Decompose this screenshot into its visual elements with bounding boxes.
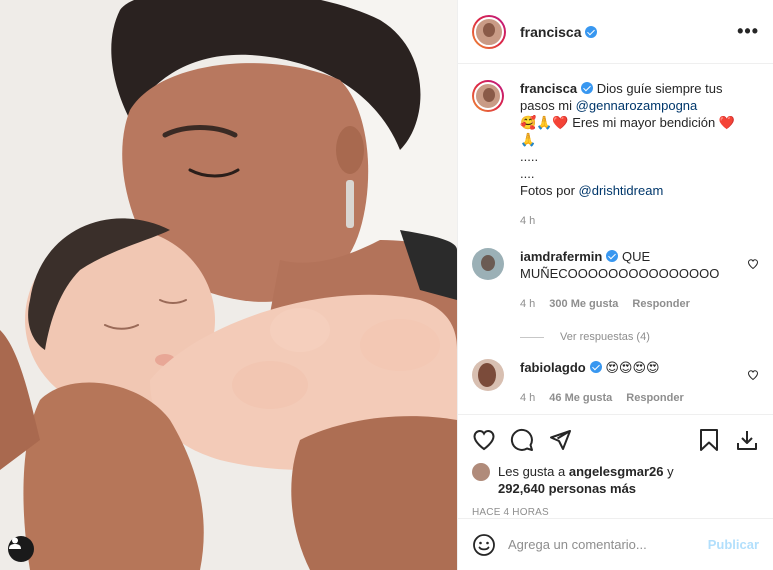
share-paper-plane-icon[interactable] [548,428,572,452]
likes-prefix: Les gusta a [498,464,566,479]
caption-dots-1: ..... [520,149,539,164]
add-comment-bar: Publicar [458,518,773,570]
like-comment-heart-icon[interactable] [747,258,759,270]
likes-summary: Les gusta a angelesgmar26 y 292,640 pers… [472,463,759,497]
likes-count[interactable]: 292,640 personas más [498,481,636,496]
verified-badge-icon [606,250,619,262]
publish-button[interactable]: Publicar [708,537,759,552]
post-timestamp[interactable]: HACE 4 HORAS [472,507,759,518]
author-avatar[interactable] [472,14,506,49]
person-icon [9,537,21,549]
comment-username[interactable]: iamdrafermin [520,249,602,264]
replies-divider [520,336,544,338]
commenter-avatar[interactable] [472,248,504,280]
caption-dots-2: .... [520,166,535,181]
likes-suffix: y [667,464,674,479]
post-actions: Les gusta a angelesgmar26 y 292,640 pers… [458,414,773,518]
action-icons [472,423,759,457]
tagged-user-icon[interactable] [8,536,34,562]
caption-credit-mention[interactable]: @drishtidream [579,183,664,198]
caption-emoji-3: 🙏 [520,132,537,147]
photo-illustration [0,0,457,570]
caption-credit-prefix: Fotos por [520,183,575,198]
verified-badge-icon [589,361,602,373]
caption-avatar[interactable] [472,80,504,112]
post-side-panel: francisca ••• francisca Dios guíe siempr… [457,0,773,570]
comment-input[interactable] [508,537,708,552]
commenter-avatar[interactable] [472,359,504,391]
author-username[interactable]: francisca [520,24,581,40]
verified-badge-icon [585,25,598,38]
view-replies-label: Ver respuestas (4) [560,331,650,343]
comment-likes[interactable]: 46 Me gusta [549,390,612,407]
like-comment-heart-icon[interactable] [747,369,759,381]
save-bookmark-icon[interactable] [697,428,721,452]
reply-button[interactable]: Responder [626,390,683,407]
liker-username[interactable]: angelesgmar26 [569,464,664,479]
caption-meta: 4 h [520,213,759,230]
comment-time[interactable]: 4 h [520,296,535,313]
caption-mention[interactable]: @gennarozampogna [576,98,698,113]
caption-text-2: Eres mi mayor bendición [572,115,716,130]
caption-emoji-2: ❤️ [718,115,736,130]
comment-username[interactable]: fabiolagdo [520,360,586,375]
caption-time[interactable]: 4 h [520,213,535,230]
comment-likes[interactable]: 300 Me gusta [549,296,618,313]
comment-meta: 4 h 300 Me gusta Responder [520,296,747,313]
caption: francisca Dios guíe siempre tus pasos mi… [472,80,759,230]
caption-emoji: 🥰🙏❤️ [520,115,569,130]
more-options-icon[interactable]: ••• [737,21,759,42]
comments-section[interactable]: francisca Dios guíe siempre tus pasos mi… [458,64,773,414]
comment-bubble-icon[interactable] [510,428,534,452]
view-replies-button[interactable]: Ver respuestas (4) [520,331,759,343]
comment: iamdrafermin QUE MUÑECOOOOOOOOOOOOOOO 4 … [472,248,759,313]
comment: fabiolagdo 😍😍😍😍 4 h 46 Me gusta Responde… [472,359,759,407]
comment-time[interactable]: 4 h [520,390,535,407]
post-header: francisca ••• [458,0,773,64]
reply-button[interactable]: Responder [632,296,689,313]
post-photo[interactable] [0,0,457,570]
download-icon[interactable] [735,428,759,452]
verified-badge-icon [581,82,594,94]
emoji-smiley-icon[interactable] [472,533,496,557]
like-heart-icon[interactable] [472,428,496,452]
caption-username[interactable]: francisca [520,81,577,96]
liker-avatar[interactable] [472,463,490,481]
comment-meta: 4 h 46 Me gusta Responder [520,390,747,407]
comment-text: 😍😍😍😍 [605,360,660,375]
instagram-post: francisca ••• francisca Dios guíe siempr… [0,0,773,570]
